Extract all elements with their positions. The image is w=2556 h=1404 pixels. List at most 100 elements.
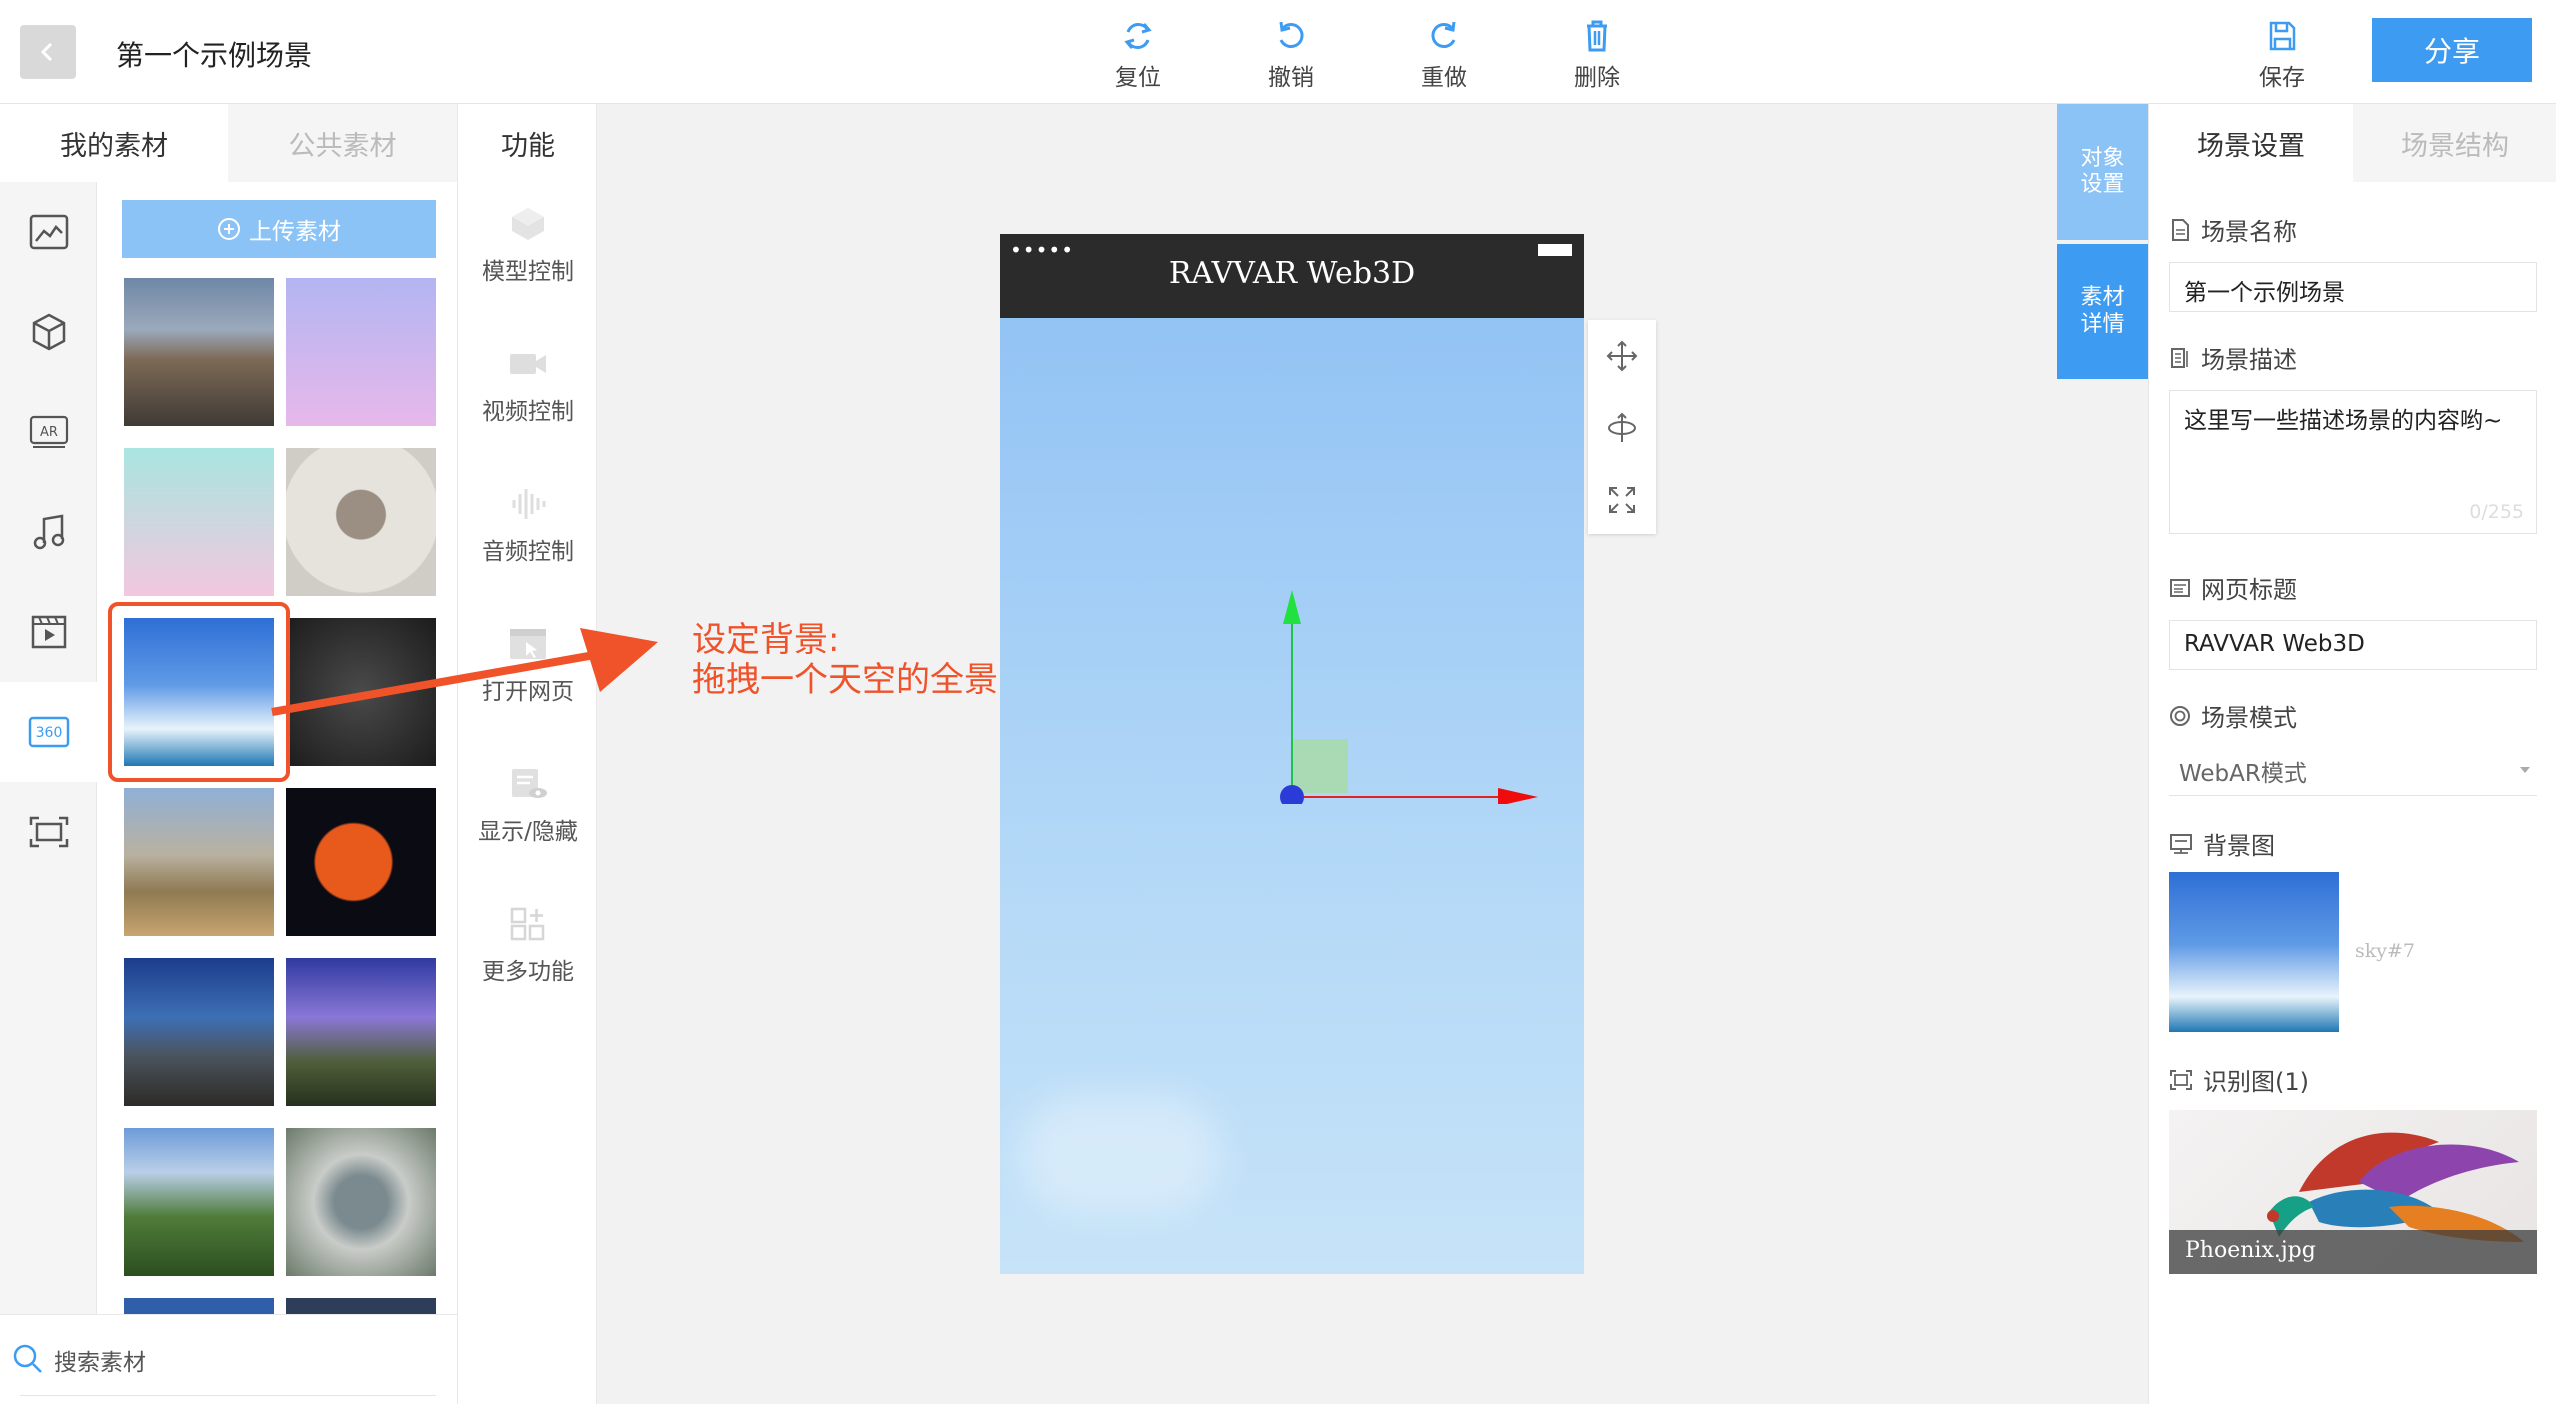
- char-count: 0/255: [2469, 501, 2524, 523]
- label-text: 识别图(1): [2203, 1068, 2309, 1096]
- annotation-text: 设定背景: 拖拽一个天空的全景图: [692, 620, 1032, 700]
- func-video-control[interactable]: 视频控制: [458, 346, 598, 426]
- rail-panorama[interactable]: 360: [0, 682, 97, 782]
- top-toolbar: 第一个示例场景 复位 撤销 重做 删除 保存 分享: [0, 0, 2556, 104]
- label-text: 网页标题: [2201, 576, 2297, 604]
- rail-recognition[interactable]: [0, 782, 97, 882]
- search-icon: [13, 1344, 42, 1373]
- reset-button[interactable]: 复位: [1088, 18, 1188, 92]
- background-icon: [2170, 833, 2192, 854]
- annotation-line-1: 设定背景:: [692, 620, 840, 660]
- rotate-tool[interactable]: [1588, 392, 1656, 464]
- webpage-title-icon: [2170, 578, 2190, 597]
- scene-desc-label: 场景描述: [2169, 340, 2297, 375]
- scene-mode-label: 场景模式: [2169, 698, 2297, 733]
- scene-desc-field[interactable]: 这里写一些描述场景的内容哟~ 0/255: [2169, 390, 2537, 534]
- tab-asset-details[interactable]: 素材详情: [2057, 244, 2148, 379]
- asset-thumb[interactable]: [286, 448, 436, 596]
- tab-my-assets[interactable]: 我的素材: [0, 104, 228, 182]
- phone-header: ••••• RAVVAR Web3D: [1000, 234, 1584, 318]
- undo-icon: [1279, 21, 1304, 48]
- music-icon: [33, 514, 64, 550]
- rail-image[interactable]: [0, 182, 97, 282]
- svg-text:360: 360: [35, 725, 62, 741]
- chevron-left-icon: [40, 42, 53, 62]
- scale-icon: [1609, 487, 1635, 513]
- delete-button[interactable]: 删除: [1547, 18, 1647, 92]
- asset-thumb[interactable]: [124, 448, 274, 596]
- page-title-field[interactable]: RAVVAR Web3D: [2169, 620, 2537, 670]
- asset-thumb[interactable]: [286, 788, 436, 936]
- scale-tool[interactable]: [1588, 464, 1656, 536]
- dropdown-arrow-icon: [2520, 767, 2530, 773]
- reset-label: 复位: [1115, 65, 1161, 91]
- video-control-icon: [510, 354, 546, 374]
- rotate-icon: [1608, 412, 1636, 442]
- func-label: 更多功能: [482, 959, 574, 985]
- rail-ar[interactable]: AR: [0, 382, 97, 482]
- undo-button[interactable]: 撤销: [1241, 18, 1341, 92]
- asset-thumb[interactable]: [124, 788, 274, 936]
- redo-icon: [1431, 21, 1456, 48]
- scene-mode-select[interactable]: WebAR模式: [2169, 744, 2537, 796]
- move-tool[interactable]: [1588, 320, 1656, 392]
- battery-icon: [1538, 244, 1572, 256]
- recognition-image[interactable]: Phoenix.jpg: [2169, 1110, 2537, 1274]
- tab-public-assets[interactable]: 公共素材: [228, 104, 457, 182]
- func-label: 显示/隐藏: [478, 819, 578, 845]
- side-tabs: 对象设置 素材详情: [2057, 104, 2148, 379]
- asset-thumb[interactable]: [286, 1298, 436, 1314]
- back-button[interactable]: [20, 25, 76, 79]
- upload-asset-button[interactable]: 上传素材: [122, 200, 436, 258]
- function-panel: 功能 模型控制 视频控制 音频控制 打开网页 显示/隐藏 更多功能: [457, 104, 597, 1404]
- plus-circle-icon: [218, 218, 240, 240]
- func-more[interactable]: 更多功能: [458, 906, 598, 986]
- asset-thumb[interactable]: [286, 1128, 436, 1276]
- asset-thumb[interactable]: [286, 278, 436, 426]
- tab-scene-settings[interactable]: 场景设置: [2149, 104, 2353, 182]
- upload-label: 上传素材: [249, 219, 341, 245]
- tab-object-settings-label: 对象设置: [2080, 145, 2125, 197]
- func-label: 音频控制: [482, 539, 574, 565]
- description-icon: [2171, 347, 2188, 368]
- save-button[interactable]: 保存: [2232, 18, 2332, 92]
- tab-object-settings[interactable]: 对象设置: [2057, 104, 2148, 240]
- background-preview[interactable]: [2169, 872, 2339, 1032]
- transform-gizmo[interactable]: [1270, 584, 1540, 804]
- visibility-icon: [512, 769, 547, 798]
- share-button[interactable]: 分享: [2372, 18, 2532, 82]
- image-icon: [29, 214, 68, 250]
- rail-audio[interactable]: [0, 482, 97, 582]
- asset-thumb[interactable]: [124, 1298, 274, 1314]
- move-icon: [1606, 340, 1638, 372]
- annotation-arrow: [271, 628, 658, 716]
- audio-control-icon: [512, 489, 546, 519]
- tab-scene-structure[interactable]: 场景结构: [2353, 104, 2556, 182]
- label-text: 场景模式: [2201, 704, 2297, 732]
- rail-model[interactable]: [0, 282, 97, 382]
- search-input[interactable]: 搜索素材: [54, 1343, 146, 1377]
- scene-name-field[interactable]: 第一个示例场景: [2169, 262, 2537, 312]
- tab-asset-details-label: 素材详情: [2080, 285, 2125, 337]
- asset-thumb[interactable]: [124, 278, 274, 426]
- func-model-control[interactable]: 模型控制: [458, 206, 598, 286]
- cube-icon: [32, 313, 65, 351]
- scene-name-label: 场景名称: [2169, 212, 2297, 247]
- rail-video[interactable]: [0, 582, 97, 682]
- document-icon: [2172, 218, 2189, 241]
- phone-preview[interactable]: ••••• RAVVAR Web3D: [1000, 234, 1584, 1274]
- redo-button[interactable]: 重做: [1394, 18, 1494, 92]
- annotation-line-2: 拖拽一个天空的全景图: [692, 660, 1032, 700]
- page-title-label: 网页标题: [2169, 570, 2297, 605]
- asset-thumb[interactable]: [124, 958, 274, 1106]
- svg-text:AR: AR: [40, 425, 58, 440]
- asset-thumb[interactable]: [124, 1128, 274, 1276]
- scan-icon: [2170, 1069, 2192, 1090]
- asset-type-rail: AR 360: [0, 182, 97, 1404]
- label-text: 场景描述: [2201, 346, 2297, 374]
- func-audio-control[interactable]: 音频控制: [458, 486, 598, 566]
- video-icon: [31, 615, 66, 649]
- asset-search[interactable]: 搜索素材: [0, 1314, 457, 1404]
- func-show-hide[interactable]: 显示/隐藏: [458, 766, 598, 846]
- asset-thumb[interactable]: [286, 958, 436, 1106]
